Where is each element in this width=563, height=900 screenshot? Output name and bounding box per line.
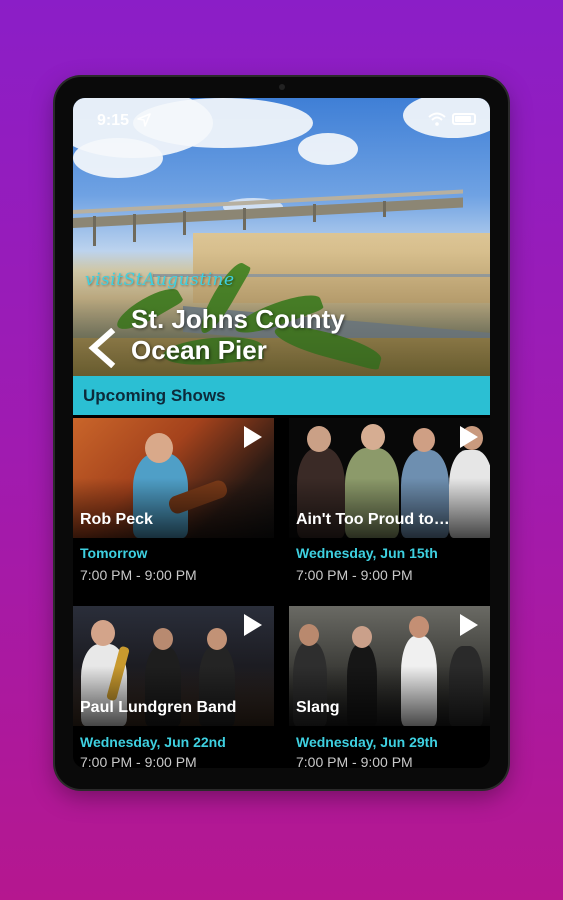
show-date: Wednesday, Jun 22nd bbox=[80, 734, 226, 750]
show-thumbnail[interactable]: Slang bbox=[289, 606, 490, 726]
venue-title-line1: St. Johns County bbox=[131, 304, 345, 334]
show-date: Wednesday, Jun 29th bbox=[296, 734, 438, 750]
wifi-icon bbox=[428, 112, 446, 126]
show-card[interactable]: Slang Wednesday, Jun 29th 7:00 PM - 9:00… bbox=[289, 606, 490, 768]
section-title: Upcoming Shows bbox=[83, 386, 226, 405]
app-screen: 9:15 visitStAugustine St. Johns County O… bbox=[73, 98, 490, 768]
show-time: 7:00 PM - 9:00 PM bbox=[296, 567, 413, 583]
show-name: Paul Lundgren Band bbox=[80, 699, 237, 716]
show-time: 7:00 PM - 9:00 PM bbox=[80, 754, 197, 768]
play-icon[interactable] bbox=[244, 614, 262, 636]
play-icon[interactable] bbox=[244, 426, 262, 448]
show-card[interactable]: Ain't Too Proud to… Wednesday, Jun 15th … bbox=[289, 418, 490, 598]
show-card[interactable]: Paul Lundgren Band Wednesday, Jun 22nd 7… bbox=[73, 606, 274, 768]
show-thumbnail[interactable]: Ain't Too Proud to… bbox=[289, 418, 490, 538]
venue-title-line2: Ocean Pier bbox=[131, 335, 267, 365]
show-thumbnail[interactable]: Paul Lundgren Band bbox=[73, 606, 274, 726]
camera-dot bbox=[278, 84, 285, 90]
show-date: Wednesday, Jun 15th bbox=[296, 545, 438, 561]
battery-icon bbox=[452, 113, 476, 125]
play-icon[interactable] bbox=[460, 614, 478, 636]
venue-title: St. Johns County Ocean Pier bbox=[131, 304, 345, 366]
tablet-frame: 9:15 visitStAugustine St. Johns County O… bbox=[55, 77, 508, 789]
show-date: Tomorrow bbox=[80, 545, 148, 561]
back-icon[interactable] bbox=[85, 328, 119, 368]
show-thumbnail[interactable]: Rob Peck bbox=[73, 418, 274, 538]
show-time: 7:00 PM - 9:00 PM bbox=[296, 754, 413, 768]
venue-hero-image: 9:15 visitStAugustine St. Johns County O… bbox=[73, 98, 490, 376]
status-time: 9:15 bbox=[97, 112, 130, 129]
brand-logo: visitStAugustine bbox=[85, 270, 235, 290]
section-header: Upcoming Shows bbox=[73, 376, 490, 415]
show-name: Ain't Too Proud to… bbox=[296, 511, 450, 528]
show-time: 7:00 PM - 9:00 PM bbox=[80, 567, 197, 583]
show-name: Rob Peck bbox=[80, 511, 153, 528]
show-card[interactable]: Rob Peck Tomorrow 7:00 PM - 9:00 PM bbox=[73, 418, 274, 598]
show-name: Slang bbox=[296, 699, 340, 716]
play-icon[interactable] bbox=[460, 426, 478, 448]
location-icon bbox=[137, 113, 151, 127]
